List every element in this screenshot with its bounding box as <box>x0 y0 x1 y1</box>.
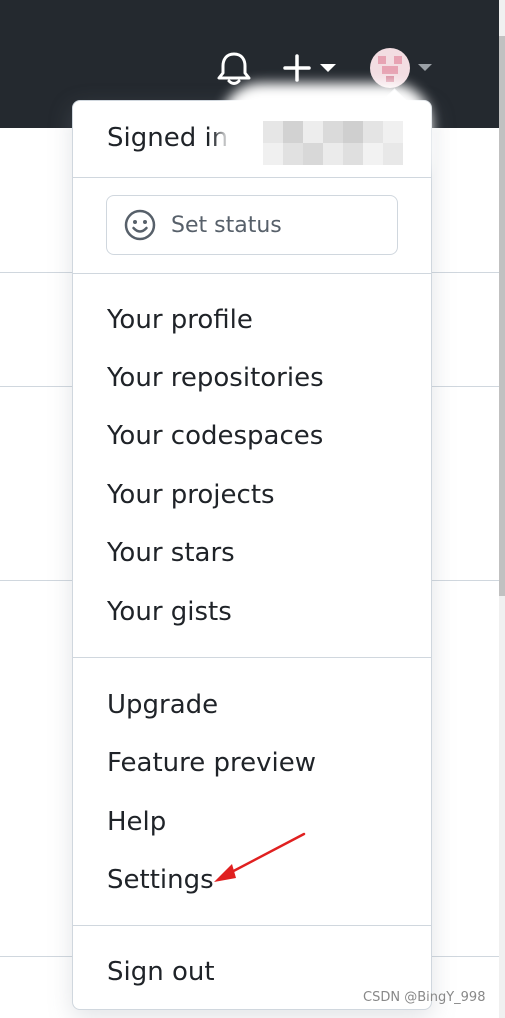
signed-in-label: Signed in <box>107 123 229 153</box>
scrollbar-thumb[interactable] <box>499 36 505 596</box>
username-mosaic <box>263 121 403 165</box>
red-arrow-annotation <box>214 832 306 882</box>
triangle-down-icon <box>418 64 432 71</box>
menu-divider <box>73 657 431 658</box>
watermark: CSDN @BingY_998 <box>363 990 486 1005</box>
create-new-button[interactable] <box>280 48 342 88</box>
menu-item-your-projects[interactable]: Your projects <box>107 480 275 510</box>
avatar-icon <box>370 48 410 88</box>
menu-item-upgrade[interactable]: Upgrade <box>107 690 218 720</box>
menu-divider <box>73 177 431 178</box>
set-status-label: Set status <box>171 212 282 238</box>
menu-item-your-repositories[interactable]: Your repositories <box>107 363 324 393</box>
triangle-down-icon <box>320 64 336 72</box>
menu-item-settings[interactable]: Settings <box>107 865 214 895</box>
menu-item-your-gists[interactable]: Your gists <box>107 597 232 627</box>
menu-item-your-stars[interactable]: Your stars <box>107 538 235 568</box>
menu-divider <box>73 273 431 274</box>
bell-icon[interactable] <box>212 48 256 88</box>
set-status-button[interactable]: Set status <box>106 195 398 255</box>
menu-item-sign-out[interactable]: Sign out <box>107 957 215 987</box>
menu-divider <box>73 925 431 926</box>
smiley-icon <box>124 209 156 241</box>
menu-item-feature-preview[interactable]: Feature preview <box>107 748 316 778</box>
plus-icon <box>283 54 311 82</box>
menu-item-your-profile[interactable]: Your profile <box>107 305 253 335</box>
menu-item-help[interactable]: Help <box>107 807 166 837</box>
menu-item-your-codespaces[interactable]: Your codespaces <box>107 421 323 451</box>
